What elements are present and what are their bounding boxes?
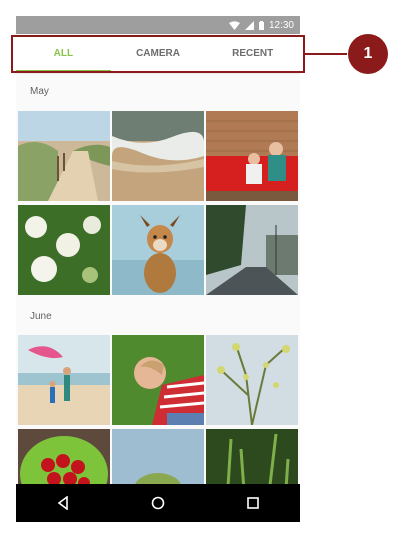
signal-icon (244, 20, 254, 30)
photo-child-lying-grass[interactable] (112, 335, 204, 425)
status-bar: 12:30 (16, 16, 300, 34)
photo-white-flowers[interactable] (18, 205, 110, 295)
back-icon[interactable] (43, 488, 83, 518)
clock-time: 12:30 (268, 19, 294, 31)
photo-dog[interactable] (112, 205, 204, 295)
photo-mother-child-reading[interactable] (206, 111, 298, 201)
photo-ocean-waves[interactable] (112, 111, 204, 201)
section-label-may: May (30, 86, 49, 97)
photo-city-street[interactable] (206, 205, 298, 295)
recents-icon[interactable] (233, 488, 273, 518)
battery-icon (258, 20, 264, 30)
wifi-icon (228, 20, 240, 30)
annotation-connector (305, 53, 347, 55)
phone-screen: 12:30 ALL CAMERA RECENT May June (16, 16, 300, 522)
photo-beach-path[interactable] (18, 111, 110, 201)
section-label-june: June (30, 311, 52, 322)
annotation-callout-badge: 1 (348, 34, 388, 74)
photo-blossom-branches[interactable] (206, 335, 298, 425)
annotation-highlight-box (11, 35, 305, 73)
navigation-bar (16, 484, 300, 522)
home-icon[interactable] (138, 488, 178, 518)
photo-beach-kite-children[interactable] (18, 335, 110, 425)
